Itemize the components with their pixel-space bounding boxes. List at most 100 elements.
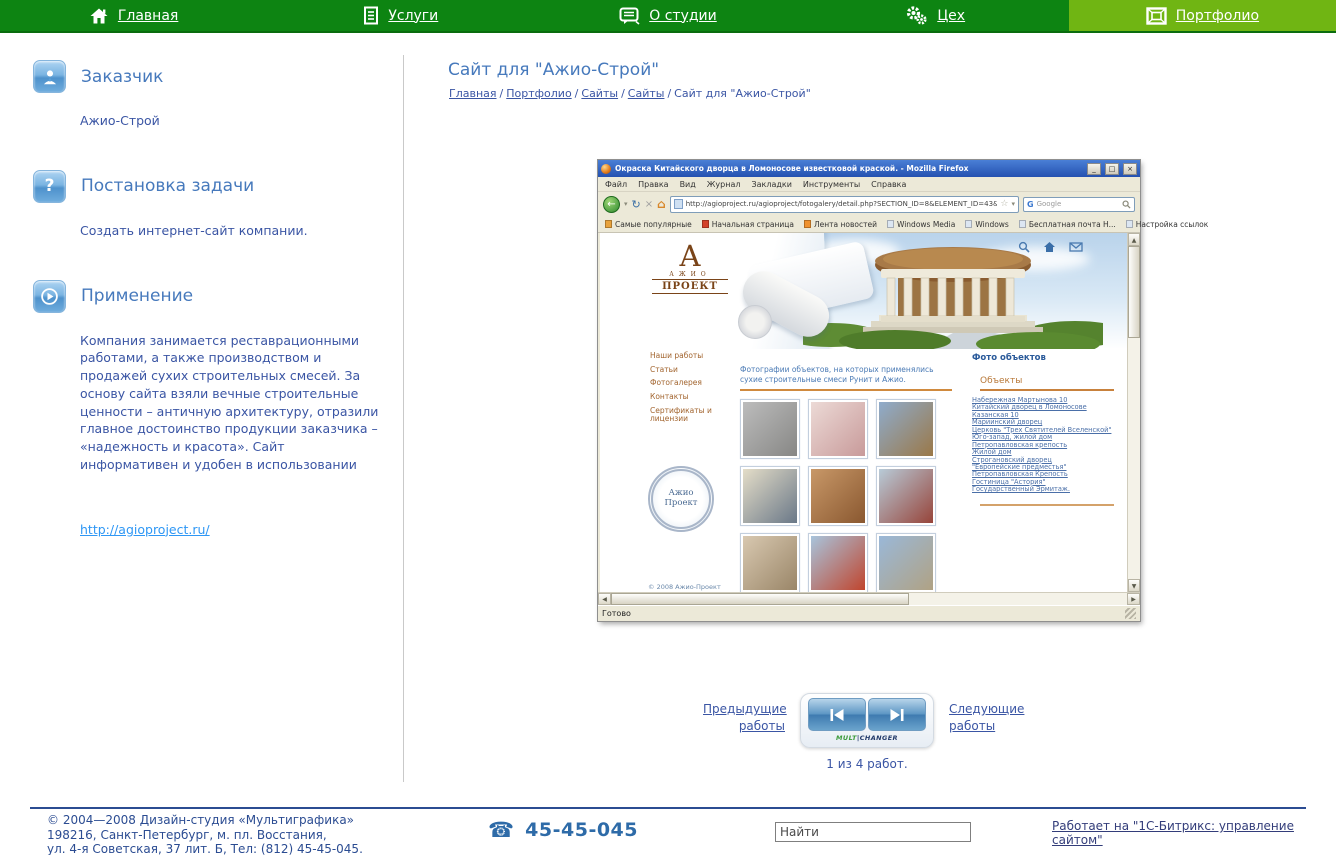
site-mail-icon xyxy=(1069,241,1083,252)
next-works-link[interactable]: Следующие работы xyxy=(949,702,1024,733)
sidebar-section-client: Заказчик Ажио-Строй xyxy=(33,60,378,130)
question-icon: ? xyxy=(33,170,66,203)
url-text: http://agioproject.ru/agioproject/fotoga… xyxy=(686,200,998,208)
phone-number: 45-45-045 xyxy=(525,819,638,841)
nav-link-portfolio[interactable]: Портфолио xyxy=(1176,8,1259,24)
thumbnail xyxy=(808,466,868,526)
bookmark-item: Бесплатная почта H... xyxy=(1019,220,1116,229)
scroll-down-icon: ▼ xyxy=(1128,579,1140,592)
nav-link-services[interactable]: Услуги xyxy=(388,8,438,24)
firefox-icon xyxy=(601,164,611,174)
resize-grip xyxy=(1125,608,1136,619)
brand-changer: CHANGER xyxy=(860,734,898,742)
nav-item-services[interactable]: Услуги xyxy=(267,0,534,31)
thumb-stucco-detail xyxy=(811,402,865,456)
thumbnail xyxy=(740,466,800,526)
agio-menu-link: Контакты xyxy=(650,393,738,402)
top-navigation: Главная Услуги О студии Цех Портфолио xyxy=(0,0,1336,33)
brand-mult: MULT xyxy=(836,734,857,742)
picture-frame-icon xyxy=(1146,7,1167,25)
popular-bookmark-icon xyxy=(605,220,612,228)
footer-divider xyxy=(30,807,1306,809)
nav-link-workshop[interactable]: Цех xyxy=(937,8,965,24)
bookmark-item: Самые популярные xyxy=(605,220,692,229)
breadcrumb-separator: / xyxy=(667,87,671,100)
vertical-divider xyxy=(403,55,404,782)
page-bookmark-icon xyxy=(1126,220,1133,228)
orange-rule xyxy=(980,504,1114,506)
agio-site-menu: Наши работыСтатьиФотогалереяКонтактыСерт… xyxy=(650,352,738,424)
nav-item-about[interactable]: О студии xyxy=(534,0,801,31)
breadcrumb-link[interactable]: Портфолио xyxy=(506,87,571,100)
scroll-right-icon: ▶ xyxy=(1127,593,1140,605)
search-input[interactable] xyxy=(775,822,971,842)
thumb-church-trees xyxy=(811,469,865,523)
page-bookmark-icon xyxy=(965,220,972,228)
browser-menu-item: Правка xyxy=(638,180,668,189)
google-icon: G xyxy=(1027,200,1034,209)
site-favicon xyxy=(674,199,683,209)
thumbnail xyxy=(740,533,800,593)
sidebar-section-application: Применение Компания занимается реставрац… xyxy=(33,280,378,474)
next-track-button[interactable] xyxy=(868,698,926,731)
nav-link-home[interactable]: Главная xyxy=(118,8,178,24)
browser-menu-item: Журнал xyxy=(707,180,741,189)
project-url-link[interactable]: http://agioproject.ru/ xyxy=(80,522,210,537)
page-bookmark-icon xyxy=(887,220,894,228)
breadcrumb-link[interactable]: Сайты xyxy=(628,87,665,100)
breadcrumb-link[interactable]: Главная xyxy=(449,87,497,100)
previous-works-link[interactable]: Предыдущие работы xyxy=(703,702,787,733)
bookmark-item: Лента новостей xyxy=(804,220,877,229)
page-bookmark-icon xyxy=(1019,220,1026,228)
browser-toolbar: ← ▾ ↻ × ⌂ http://agioproject.ru/agioproj… xyxy=(598,192,1140,216)
previous-track-button[interactable] xyxy=(808,698,866,731)
section-title: Заказчик xyxy=(81,67,163,87)
nav-item-workshop[interactable]: Цех xyxy=(802,0,1069,31)
browser-title-text: Окраска Китайского дворца в Ломоносове и… xyxy=(615,164,1083,173)
agio-menu-link: Сертификаты и лицензии xyxy=(650,407,738,424)
site-home-icon xyxy=(1043,241,1056,253)
thumb-brick-towers xyxy=(879,469,933,523)
bookmark-item: Настройка ссылок xyxy=(1126,220,1209,229)
horizontal-scroll-track xyxy=(909,593,1127,605)
section-title: Постановка задачи xyxy=(81,176,254,196)
breadcrumb-link[interactable]: Сайты xyxy=(581,87,618,100)
bookmark-item: Windows xyxy=(965,220,1008,229)
bookmarks-bar: Самые популярныеНачальная страницаЛента … xyxy=(598,216,1140,233)
speech-bubble-icon xyxy=(619,7,640,25)
sidebar-section-task: ? Постановка задачи Создать интернет-сай… xyxy=(33,170,378,240)
next-works: Следующие работы xyxy=(949,701,1031,736)
thumbnail xyxy=(808,399,868,459)
back-dropdown-icon: ▾ xyxy=(624,200,628,208)
agio-medallion: Ажио Проект xyxy=(648,466,714,532)
browser-menu-item: Справка xyxy=(871,180,906,189)
footer-line-1: © 2004—2008 Дизайн-студия «Мультиграфика… xyxy=(47,813,363,828)
agio-logo-word: ажио xyxy=(652,271,728,278)
footer-search xyxy=(775,821,971,842)
nav-item-home[interactable]: Главная xyxy=(0,0,267,31)
refresh-icon: ↻ xyxy=(632,198,641,211)
orange-rule xyxy=(740,389,952,391)
footer-copyright: © 2004—2008 Дизайн-студия «Мультиграфика… xyxy=(47,813,363,855)
back-icon: ← xyxy=(603,196,620,213)
agio-gallery: Фотографии объектов, на которых применял… xyxy=(740,365,952,592)
site-search-icon xyxy=(1018,241,1030,253)
skip-previous-icon xyxy=(827,708,847,722)
bookmark-item: Windows Media xyxy=(887,220,955,229)
thumbnail xyxy=(808,533,868,593)
bookmark-label: Windows xyxy=(975,220,1008,229)
thumb-street-building xyxy=(879,402,933,456)
services-icon xyxy=(363,6,379,25)
agio-copyright: © 2008 Ажио-Проект xyxy=(648,583,721,591)
browser-menu-item: Файл xyxy=(605,180,627,189)
status-text: Готово xyxy=(602,609,631,618)
page-title: Сайт для "Ажио-Строй" xyxy=(448,60,659,80)
home-bookmark-icon xyxy=(702,220,709,228)
thumbnail xyxy=(740,399,800,459)
home-icon xyxy=(89,7,109,25)
thumb-relief-sepia xyxy=(743,536,797,590)
browser-search-box: G Google xyxy=(1023,197,1135,212)
bitrix-link[interactable]: Работает на "1С-Битрикс: управление сайт… xyxy=(1052,819,1294,847)
nav-item-portfolio[interactable]: Портфолио xyxy=(1069,0,1336,31)
nav-link-about[interactable]: О студии xyxy=(649,8,716,24)
